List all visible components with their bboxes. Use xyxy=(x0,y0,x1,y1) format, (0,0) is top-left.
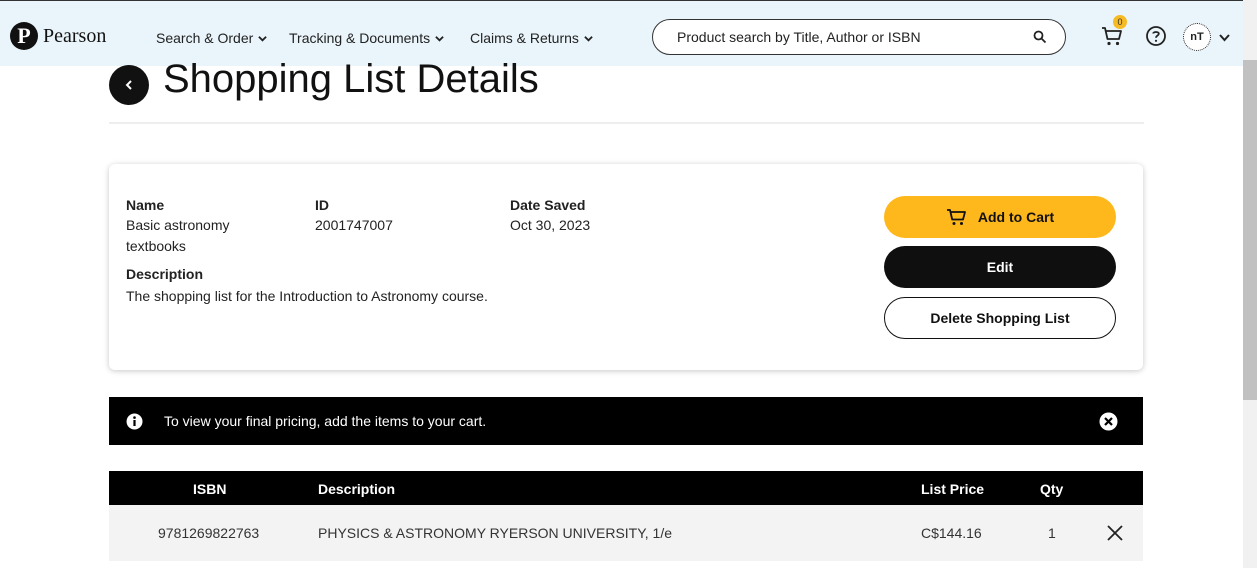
date-saved-label: Date Saved xyxy=(510,197,586,213)
id-value: 2001747007 xyxy=(315,217,393,233)
nav-search-order[interactable]: Search & Order xyxy=(156,30,268,46)
row-list-price: C$144.16 xyxy=(921,525,982,541)
row-qty: 1 xyxy=(1048,525,1056,541)
column-header-description: Description xyxy=(318,481,396,497)
column-header-qty: Qty xyxy=(1040,481,1064,497)
avatar[interactable]: nT xyxy=(1183,23,1211,51)
info-icon xyxy=(126,413,143,430)
chevron-down-icon xyxy=(435,35,444,42)
cart-icon xyxy=(946,209,966,225)
chevron-down-icon[interactable] xyxy=(1219,33,1230,42)
table-row: 9781269822763 PHYSICS & ASTRONOMY RYERSO… xyxy=(109,505,1143,561)
cart-count-badge: 0 xyxy=(1113,15,1127,29)
remove-item-icon[interactable] xyxy=(1106,524,1124,542)
search-input[interactable]: Product search by Title, Author or ISBN xyxy=(652,19,1066,55)
add-to-cart-label: Add to Cart xyxy=(977,209,1055,225)
column-header-isbn: ISBN xyxy=(193,481,227,497)
search-placeholder: Product search by Title, Author or ISBN xyxy=(677,29,921,45)
delete-shopping-list-label: Delete Shopping List xyxy=(930,310,1070,326)
scrollbar-thumb[interactable] xyxy=(1243,60,1257,400)
row-description: PHYSICS & ASTRONOMY RYERSON UNIVERSITY, … xyxy=(318,525,672,541)
help-icon[interactable] xyxy=(1145,25,1167,47)
nav-tracking-documents-label: Tracking & Documents xyxy=(289,30,431,46)
nav-claims-returns-label: Claims & Returns xyxy=(470,30,579,46)
close-icon[interactable] xyxy=(1099,412,1118,431)
add-to-cart-button[interactable]: Add to Cart xyxy=(884,196,1116,238)
pearson-logo-text: Pearson xyxy=(43,24,107,47)
table-header: ISBN Description List Price Qty xyxy=(109,471,1143,505)
date-saved-value: Oct 30, 2023 xyxy=(510,217,591,233)
name-label: Name xyxy=(126,197,165,213)
chevron-down-icon xyxy=(258,35,268,42)
name-value-line1: Basic astronomy xyxy=(126,217,230,233)
chevron-left-icon xyxy=(125,80,132,90)
chevron-down-icon xyxy=(584,35,593,42)
pearson-logo-icon: P xyxy=(10,22,38,50)
page-title: Shopping List Details xyxy=(163,57,539,101)
title-divider xyxy=(109,122,1144,124)
row-isbn: 9781269822763 xyxy=(158,525,260,541)
nav-tracking-documents[interactable]: Tracking & Documents xyxy=(289,30,444,46)
edit-button[interactable]: Edit xyxy=(884,246,1116,288)
info-banner: To view your final pricing, add the item… xyxy=(109,397,1143,445)
description-value: The shopping list for the Introduction t… xyxy=(126,288,488,304)
pearson-logo[interactable]: P Pearson xyxy=(10,22,106,50)
delete-shopping-list-button[interactable]: Delete Shopping List xyxy=(884,297,1116,339)
description-label: Description xyxy=(126,266,204,282)
info-banner-message: To view your final pricing, add the item… xyxy=(164,413,487,429)
column-header-list-price: List Price xyxy=(921,481,985,497)
name-value-line2: textbooks xyxy=(126,238,186,254)
nav-claims-returns[interactable]: Claims & Returns xyxy=(470,30,593,46)
window-top-border xyxy=(0,0,1257,1)
id-label: ID xyxy=(315,197,329,213)
search-icon[interactable] xyxy=(1033,30,1047,44)
edit-label: Edit xyxy=(986,259,1014,275)
back-button[interactable] xyxy=(109,65,149,105)
nav-search-order-label: Search & Order xyxy=(156,30,254,46)
